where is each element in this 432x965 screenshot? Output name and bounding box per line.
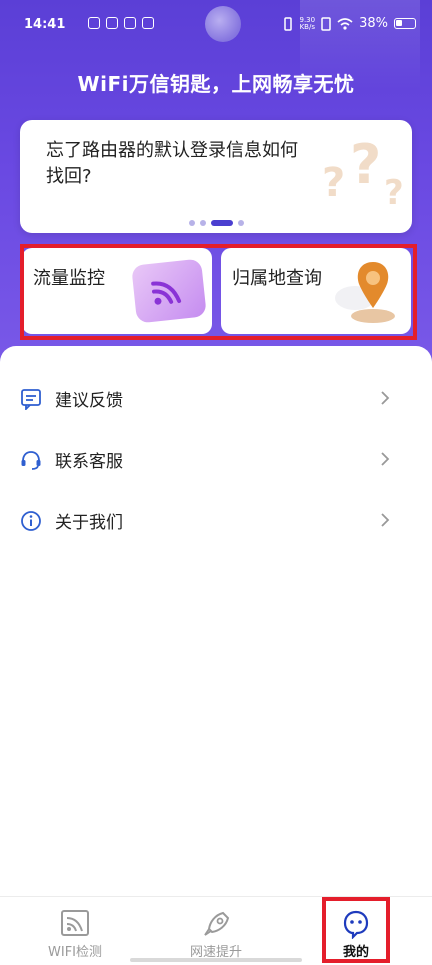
traffic-monitor-label: 流量监控	[33, 268, 105, 289]
sim-icon	[321, 16, 331, 31]
status-time: 14:41	[24, 17, 66, 32]
menu-sheet: 建议反馈 联系客服 关于我们	[0, 346, 432, 896]
chevron-right-icon	[381, 452, 390, 466]
tiktok-icon	[124, 17, 136, 29]
wifi-check-icon	[61, 910, 89, 936]
wifi-signal-icon	[337, 17, 353, 30]
pagination-dot-active[interactable]	[210, 220, 233, 226]
rocket-icon	[204, 911, 230, 936]
pagination-dot[interactable]	[188, 220, 195, 226]
app-notification-icon	[106, 17, 118, 29]
info-icon	[21, 511, 41, 531]
feedback-icon	[21, 389, 41, 410]
location-pin-icon	[333, 254, 409, 326]
menu-item-about[interactable]: 关于我们	[0, 492, 432, 548]
battery-percent: 38%	[359, 16, 388, 31]
gallery-icon	[142, 17, 154, 29]
location-query-card[interactable]: 归属地查询	[221, 248, 411, 334]
menu-item-feedback[interactable]: 建议反馈	[0, 370, 432, 426]
home-indicator[interactable]	[130, 958, 302, 962]
menu-label: 建议反馈	[55, 391, 123, 411]
net-speed-unit: KB/s	[299, 22, 315, 31]
battery-icon	[394, 18, 416, 29]
traffic-monitor-card[interactable]: 流量监控	[22, 248, 212, 334]
banner-pagination	[20, 220, 412, 226]
location-query-label: 归属地查询	[232, 268, 322, 289]
chevron-right-icon	[381, 513, 390, 527]
tab-label: WIFI检测	[48, 945, 102, 960]
tab-wifi-check[interactable]: WIFI检测	[3, 897, 147, 965]
vibrate-icon	[283, 16, 292, 31]
menu-label: 联系客服	[55, 452, 123, 472]
promo-banner[interactable]: 忘了路由器的默认登录信息如何找回? ???	[20, 120, 412, 233]
sync-icon	[88, 17, 100, 29]
tab-speed-boost[interactable]: 网速提升	[144, 897, 288, 965]
menu-item-customer-service[interactable]: 联系客服	[0, 431, 432, 487]
pagination-dot[interactable]	[237, 220, 244, 226]
chevron-right-icon	[381, 391, 390, 405]
tab-highlight-box	[322, 897, 390, 963]
menu-label: 关于我们	[55, 513, 123, 533]
network-speed: 9.30 KB/s	[299, 16, 316, 31]
pagination-dot[interactable]	[199, 220, 206, 226]
notification-icons	[70, 17, 154, 29]
headset-icon	[21, 451, 41, 470]
wifi-bubble-icon	[131, 258, 207, 324]
banner-text: 忘了路由器的默认登录信息如何找回?	[46, 140, 298, 187]
hero-headline: WiFi万信钥匙，上网畅享无忧	[77, 72, 355, 96]
status-bar: 14:41 9.30 KB/s 38%	[0, 0, 432, 48]
status-right: 9.30 KB/s 38%	[282, 16, 416, 31]
